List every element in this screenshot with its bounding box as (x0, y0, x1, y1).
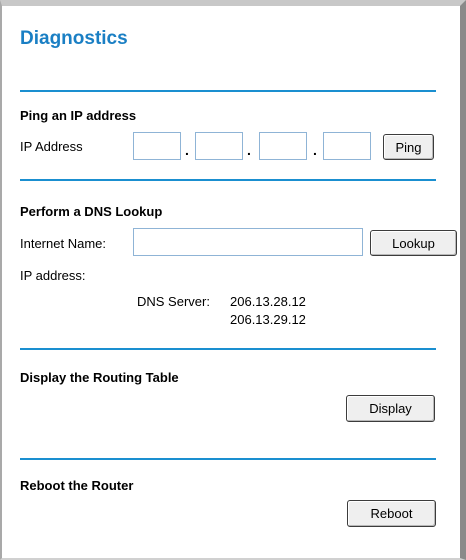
lookup-button[interactable]: Lookup (370, 230, 457, 256)
page-title: Diagnostics (20, 28, 128, 49)
reboot-button[interactable]: Reboot (347, 500, 436, 527)
dns-ip-address-label: IP address: (20, 268, 86, 283)
routing-heading: Display the Routing Table (20, 370, 179, 385)
ping-heading: Ping an IP address (20, 108, 137, 123)
dns-server-label: DNS Server: (137, 294, 210, 309)
ip-separator: . (313, 142, 317, 158)
ip-separator: . (185, 142, 189, 158)
ip-separator: . (247, 142, 251, 158)
section-divider (20, 179, 436, 181)
display-routing-button[interactable]: Display (346, 395, 435, 422)
section-divider (20, 348, 436, 350)
ping-ip-label: IP Address (20, 139, 83, 154)
internet-name-label: Internet Name: (20, 236, 106, 251)
ip-octet-3-input[interactable] (259, 132, 307, 160)
dns-heading: Perform a DNS Lookup (20, 204, 163, 219)
internet-name-input[interactable] (133, 228, 363, 256)
dns-server-primary: 206.13.28.12 (230, 294, 306, 309)
section-divider (20, 458, 436, 460)
ping-button[interactable]: Ping (383, 134, 434, 160)
diagnostics-panel: Diagnostics Ping an IP address IP Addres… (0, 0, 466, 560)
ip-octet-4-input[interactable] (323, 132, 371, 160)
dns-server-secondary: 206.13.29.12 (230, 312, 306, 327)
reboot-heading: Reboot the Router (20, 478, 134, 493)
ip-octet-2-input[interactable] (195, 132, 243, 160)
section-divider (20, 90, 436, 92)
ip-octet-1-input[interactable] (133, 132, 181, 160)
